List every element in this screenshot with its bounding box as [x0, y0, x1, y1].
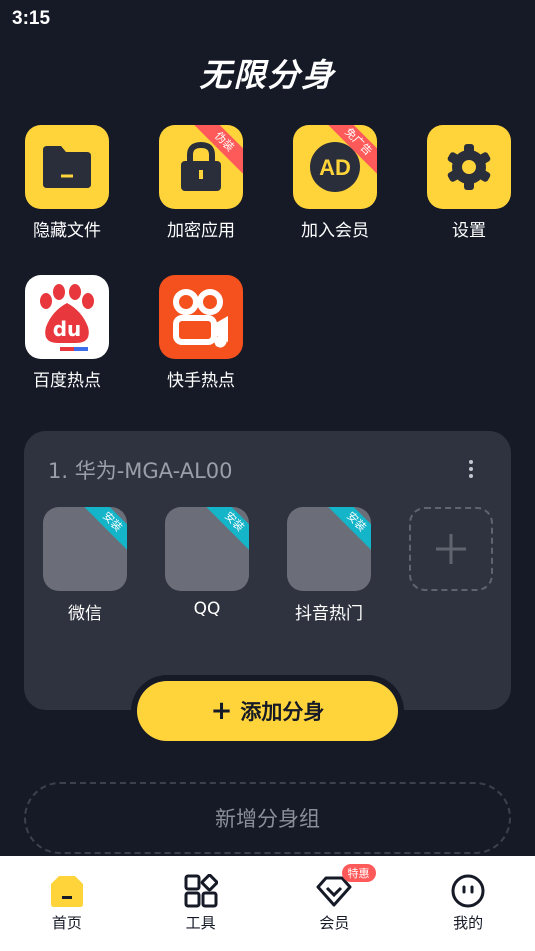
tool-label: 加密应用: [167, 221, 235, 241]
tool-tile: [159, 275, 243, 359]
add-app-slot[interactable]: [409, 507, 493, 591]
gear-icon: [447, 144, 491, 190]
home-icon: [50, 876, 83, 907]
tool-label: 快手热点: [167, 371, 235, 391]
clone-app-label: 微信: [68, 604, 102, 624]
tab-profile[interactable]: 我的: [401, 856, 535, 951]
plus-icon: [436, 534, 466, 564]
tool-label: 隐藏文件: [33, 221, 101, 241]
tool-tile: du: [25, 275, 109, 359]
app-placeholder: 安装: [165, 507, 249, 591]
new-group-button[interactable]: 新增分身组: [24, 782, 511, 854]
tool-kuaishou-hot[interactable]: 快手热点: [151, 275, 251, 391]
add-clone-label: 添加分身: [240, 700, 325, 724]
group-title: 1. 华为-MGA-AL00: [48, 459, 233, 483]
grid-icon: [184, 874, 218, 908]
tab-tools[interactable]: 工具: [134, 856, 268, 951]
clone-app-qq[interactable]: 安装 QQ: [157, 507, 257, 619]
clone-group-card: 1. 华为-MGA-AL00 安装 微信 安装 QQ 安装 抖音热门: [24, 431, 511, 710]
tool-hidden-files[interactable]: 隐藏文件: [17, 125, 117, 241]
tool-label: 加入会员: [301, 221, 369, 241]
clone-app-wechat[interactable]: 安装 微信: [35, 507, 135, 624]
tool-settings[interactable]: 设置: [419, 125, 519, 241]
app-placeholder: 安装: [287, 507, 371, 591]
tool-baidu-hot[interactable]: du 百度热点: [17, 275, 117, 391]
tool-tile: AD 免广告: [293, 125, 377, 209]
page-title: 无限分身: [199, 56, 336, 94]
tool-label: 设置: [452, 221, 486, 241]
install-ribbon: 安装: [76, 507, 127, 558]
baidu-icon: du: [40, 284, 94, 351]
tool-encrypt-app[interactable]: 伪装 加密应用: [151, 125, 251, 241]
tool-tile: [427, 125, 511, 209]
tab-label: 首页: [51, 914, 82, 932]
add-clone-button[interactable]: + 添加分身: [137, 681, 398, 741]
tab-vip[interactable]: 特惠 会员: [268, 856, 402, 951]
add-clone-button-wrap: + 添加分身: [131, 675, 404, 747]
promo-badge: 特惠: [341, 864, 376, 882]
plus-icon: +: [210, 696, 233, 726]
clone-app-douyin[interactable]: 安装 抖音热门: [279, 507, 379, 624]
install-ribbon: 安装: [198, 507, 249, 558]
clone-app-label: QQ: [193, 599, 221, 619]
svg-text:du: du: [53, 317, 82, 341]
tab-label: 工具: [185, 914, 216, 932]
install-ribbon: 安装: [320, 507, 371, 558]
new-group-label: 新增分身组: [215, 807, 320, 831]
tool-tile: [25, 125, 109, 209]
folder-icon: [43, 146, 91, 188]
tool-join-vip[interactable]: AD 免广告 加入会员: [285, 125, 385, 241]
tab-label: 我的: [453, 914, 484, 932]
kuaishou-icon: [173, 289, 228, 348]
tab-label: 会员: [319, 914, 350, 932]
status-time: 3:15: [12, 8, 51, 29]
tool-label: 百度热点: [33, 371, 101, 391]
tool-tile: 伪装: [159, 125, 243, 209]
app-placeholder: 安装: [43, 507, 127, 591]
more-icon[interactable]: [461, 457, 481, 481]
svg-text:AD: AD: [319, 155, 351, 180]
bottom-tab-bar: 首页 工具 特惠 会员 我的: [0, 856, 535, 951]
clone-app-label: 抖音热门: [295, 604, 363, 624]
profile-icon: [451, 874, 485, 908]
tab-home[interactable]: 首页: [0, 856, 134, 951]
